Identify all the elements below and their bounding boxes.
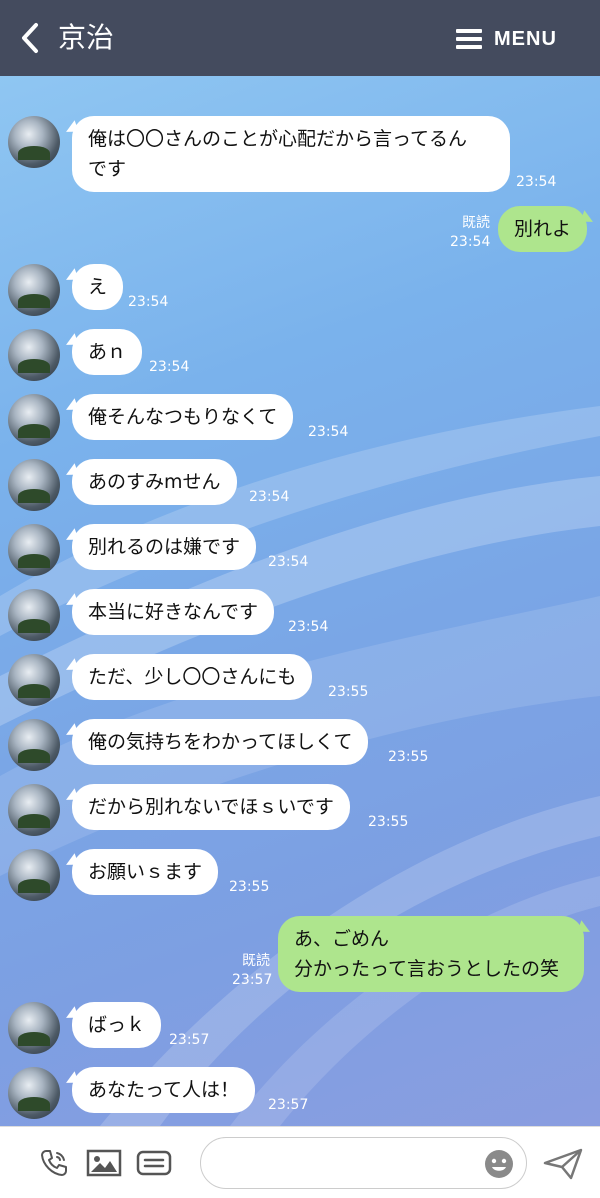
message-text: ただ、少し〇〇さんにも xyxy=(88,666,297,688)
message-time: 23:55 xyxy=(229,879,270,895)
avatar[interactable] xyxy=(8,394,60,446)
message-time: 23:55 xyxy=(388,749,429,765)
message-text: 俺の気持ちをわかってほしくて xyxy=(88,731,353,753)
message-row: 俺の気持ちをわかってほしくて 23:55 xyxy=(0,719,600,775)
message-row: え 23:54 xyxy=(0,264,600,320)
back-button[interactable] xyxy=(16,20,46,56)
chat-area[interactable]: 俺は〇〇さんのことが心配だから言ってるん です 23:54 既読 23:54 別… xyxy=(0,76,600,1126)
message-time: 23:54 xyxy=(450,234,491,250)
message-bubble[interactable]: ばっｋ xyxy=(72,1002,162,1048)
avatar[interactable] xyxy=(8,784,60,836)
message-bubble[interactable]: 俺は〇〇さんのことが心配だから言ってるん です xyxy=(72,116,510,192)
message-bubble[interactable]: あ、ごめん 分かったって言おうとしたの笑 xyxy=(278,916,584,992)
message-text: あ、ごめん xyxy=(294,928,390,950)
message-bubble[interactable]: あｎ xyxy=(72,329,143,375)
message-row: お願いｓます 23:55 xyxy=(0,849,600,905)
message-row: あのすみmせん 23:54 xyxy=(0,459,600,515)
message-bubble[interactable]: あのすみmせん xyxy=(72,459,237,505)
message-time: 23:54 xyxy=(288,619,329,635)
send-button[interactable] xyxy=(542,1147,584,1181)
image-button[interactable] xyxy=(86,1147,122,1183)
message-time: 23:54 xyxy=(268,554,309,570)
avatar[interactable] xyxy=(8,719,60,771)
message-row: 既読 23:54 別れよ xyxy=(0,204,600,254)
message-text: ばっｋ xyxy=(88,1014,146,1036)
message-text: 俺そんなつもりなくて xyxy=(88,406,278,428)
message-bubble[interactable]: お願いｓます xyxy=(72,849,219,895)
chat-header: 京治 MENU xyxy=(0,0,600,76)
phone-icon xyxy=(41,1150,67,1176)
message-bubble[interactable]: え xyxy=(72,264,124,310)
hamburger-icon xyxy=(456,29,482,49)
avatar[interactable] xyxy=(8,524,60,576)
message-time: 23:54 xyxy=(128,294,169,310)
avatar[interactable] xyxy=(8,459,60,511)
emoji-button[interactable] xyxy=(483,1148,515,1180)
message-bubble[interactable]: 俺そんなつもりなくて xyxy=(72,394,294,440)
avatar[interactable] xyxy=(8,116,60,168)
avatar[interactable] xyxy=(8,589,60,641)
message-text: あのすみmせん xyxy=(88,471,221,493)
message-time: 23:57 xyxy=(232,972,273,988)
message-text: 別れよ xyxy=(514,218,572,240)
message-row: あなたって人は！ 23:57 xyxy=(0,1067,600,1123)
message-text: 別れるのは嫌です xyxy=(88,536,241,558)
avatar[interactable] xyxy=(8,1002,60,1054)
message-row: だから別れないでほｓいです 23:55 xyxy=(0,784,600,840)
message-row: ただ、少し〇〇さんにも 23:55 xyxy=(0,654,600,710)
message-time: 23:54 xyxy=(516,174,557,190)
avatar[interactable] xyxy=(8,329,60,381)
message-text: 分かったって言おうとしたの笑 xyxy=(294,958,560,980)
chat-title: 京治 xyxy=(58,21,115,54)
call-button[interactable] xyxy=(38,1147,70,1183)
message-bubble[interactable]: 別れよ xyxy=(498,206,588,252)
message-time: 23:54 xyxy=(308,424,349,440)
read-receipt: 既読 xyxy=(462,215,490,231)
menu-button[interactable]: MENU xyxy=(456,24,557,54)
message-row: 俺は〇〇さんのことが心配だから言ってるん です 23:54 xyxy=(0,116,600,196)
avatar[interactable] xyxy=(8,1067,60,1119)
sticker-card-button[interactable] xyxy=(136,1147,172,1183)
message-text: 本当に好きなんです xyxy=(88,601,259,623)
menu-label: MENU xyxy=(494,27,557,50)
message-time: 23:55 xyxy=(368,814,409,830)
avatar[interactable] xyxy=(8,849,60,901)
message-bubble[interactable]: ただ、少し〇〇さんにも xyxy=(72,654,313,700)
message-row: 別れるのは嫌です 23:54 xyxy=(0,524,600,580)
message-row: 既読 23:57 あ、ごめん 分かったって言おうとしたの笑 xyxy=(0,914,600,994)
message-row: 俺そんなつもりなくて 23:54 xyxy=(0,394,600,450)
sticker-card-icon xyxy=(136,1150,172,1176)
message-time: 23:57 xyxy=(169,1032,210,1048)
message-text: お願いｓます xyxy=(88,861,203,883)
message-bubble[interactable]: 俺の気持ちをわかってほしくて xyxy=(72,719,369,765)
chevron-left-icon xyxy=(22,23,38,53)
avatar[interactable] xyxy=(8,654,60,706)
message-text: え xyxy=(88,276,108,298)
message-bubble[interactable]: 本当に好きなんです xyxy=(72,589,275,635)
message-text: あなたって人は！ xyxy=(88,1079,240,1101)
image-icon xyxy=(86,1149,122,1177)
message-bubble[interactable]: 別れるのは嫌です xyxy=(72,524,257,570)
message-time: 23:54 xyxy=(149,359,190,375)
message-bubble[interactable]: だから別れないでほｓいです xyxy=(72,784,350,830)
message-time: 23:54 xyxy=(249,489,290,505)
avatar[interactable] xyxy=(8,264,60,316)
message-text: あｎ xyxy=(88,341,127,363)
message-row: 本当に好きなんです 23:54 xyxy=(0,589,600,645)
read-receipt: 既読 xyxy=(242,953,270,969)
message-text: です xyxy=(88,158,127,180)
message-bubble[interactable]: あなたって人は！ xyxy=(72,1067,256,1113)
message-input[interactable] xyxy=(219,1146,469,1180)
message-time: 23:55 xyxy=(328,684,369,700)
message-text: だから別れないでほｓいです xyxy=(88,796,334,818)
message-composer xyxy=(0,1126,600,1198)
message-row: あｎ 23:54 xyxy=(0,329,600,385)
message-input-box[interactable] xyxy=(200,1137,527,1189)
send-icon xyxy=(543,1148,583,1180)
message-text: 俺は〇〇さんのことが心配だから言ってるん xyxy=(88,128,468,150)
message-time: 23:57 xyxy=(268,1097,309,1113)
emoji-icon xyxy=(485,1150,513,1178)
message-row: ばっｋ 23:57 xyxy=(0,1002,600,1058)
